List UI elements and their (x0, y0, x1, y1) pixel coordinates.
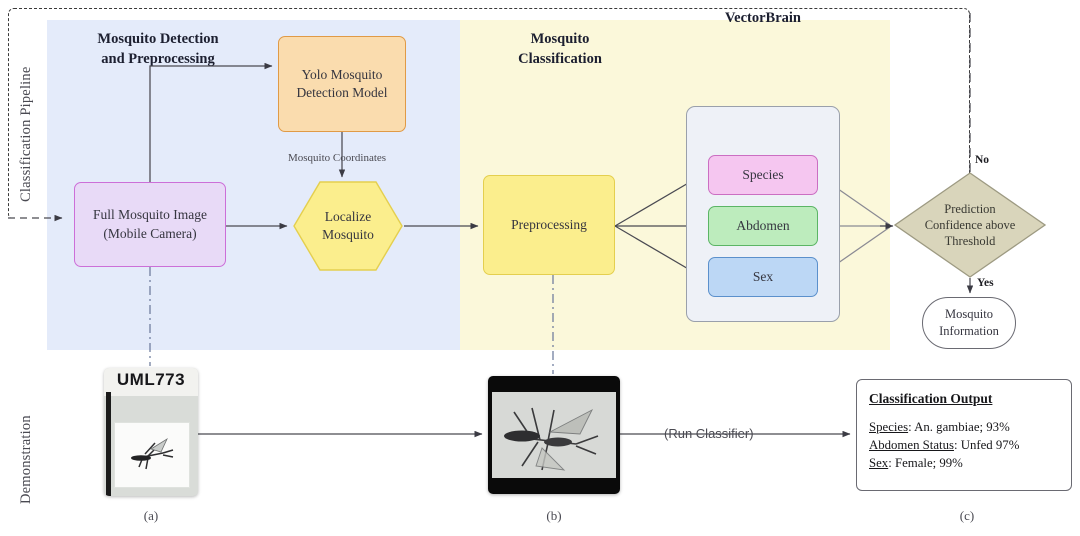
tube-label-text: UML773 (116, 370, 186, 389)
node-yolo-detection-model[interactable]: Yolo Mosquito Detection Model (278, 36, 406, 132)
output-row-sex: Sex: Female; 99% (869, 454, 1059, 472)
output-key-species: Species (869, 420, 909, 434)
node-localize-label: Localize Mosquito (292, 180, 404, 272)
photo-cropped-mosquito (488, 376, 620, 494)
card-title: Classification Output (869, 391, 993, 406)
output-key-sex: Sex (869, 456, 889, 471)
node-localize-mosquito[interactable]: Localize Mosquito (292, 180, 404, 272)
node-localize-line1: Localize (324, 208, 372, 224)
side-label-demonstration: Demonstration (18, 415, 34, 504)
node-sex[interactable]: Sex (708, 257, 818, 297)
output-key-abdomen: Abdomen Status (869, 438, 954, 453)
node-species[interactable]: Species (708, 155, 818, 195)
photo-mosquito-in-tube: UML773 (104, 368, 198, 496)
output-value-abdomen: : Unfed 97% (953, 438, 1020, 453)
node-decision-label: Prediction Confidence above Threshold (894, 172, 1046, 278)
node-yolo-line2: Detection Model (296, 85, 388, 100)
side-label-classification-pipeline: Classification Pipeline (18, 66, 34, 202)
tube-tray (114, 422, 190, 488)
node-decision-line2: Confidence above (924, 218, 1016, 232)
output-value-sex: : Female; 99% (888, 456, 963, 471)
node-abdomen[interactable]: Abdomen (708, 206, 818, 246)
caption-b: (b) (546, 508, 562, 523)
node-decision-line3: Threshold (944, 234, 996, 248)
node-mosquito-information-line1: Mosquito (945, 307, 993, 322)
node-prediction-confidence-decision[interactable]: Prediction Confidence above Threshold (894, 172, 1046, 278)
band-title-detection-line2: and Preprocessing (101, 50, 215, 67)
output-value-species: : An. gambiae; 93% (908, 420, 1010, 434)
node-mosquito-information[interactable]: Mosquito Information (922, 297, 1016, 349)
node-preprocessing[interactable]: Preprocessing (483, 175, 615, 275)
edge-flag-yes: Yes (977, 277, 994, 289)
output-row-abdomen: Abdomen Status: Unfed 97% (869, 436, 1059, 454)
group-vectorbrain-title: VectorBrain (725, 10, 801, 26)
band-title-detection: Mosquito Detection and Preprocessing (58, 30, 258, 69)
node-localize-line2: Mosquito (322, 227, 374, 242)
caption-a: (a) (143, 508, 159, 523)
node-mosquito-information-line2: Information (939, 324, 999, 338)
band-title-classification-line2: Classification (518, 50, 602, 67)
node-decision-line1: Prediction (944, 202, 996, 216)
node-yolo-line1: Yolo Mosquito (301, 66, 383, 82)
caption-c: (c) (959, 508, 975, 523)
tube-edge-shadow (106, 392, 111, 496)
figure-canvas: Classification Pipeline Demonstration Mo… (0, 0, 1080, 536)
node-full-mosquito-image[interactable]: Full Mosquito Image (Mobile Camera) (74, 182, 226, 267)
edge-label-run-classifier: (Run Classifier) (664, 426, 754, 441)
mosquito-silhouette-icon (131, 437, 174, 470)
edge-label-mosquito-coordinates: Mosquito Coordinates (288, 152, 387, 164)
card-classification-output: Classification Output Species: An. gambi… (856, 379, 1072, 491)
band-title-detection-line1: Mosquito Detection (97, 31, 219, 47)
node-full-image-line1: Full Mosquito Image (93, 207, 207, 223)
band-title-classification-line1: Mosquito (530, 31, 590, 47)
node-full-image-line2: (Mobile Camera) (103, 225, 197, 241)
band-title-classification: Mosquito Classification (470, 30, 650, 69)
output-row-species: Species: An. gambiae; 93% (869, 418, 1059, 436)
edge-flag-no: No (975, 154, 990, 166)
photo-cropped-inner (492, 392, 616, 478)
mosquito-closeup-icon (504, 407, 599, 471)
